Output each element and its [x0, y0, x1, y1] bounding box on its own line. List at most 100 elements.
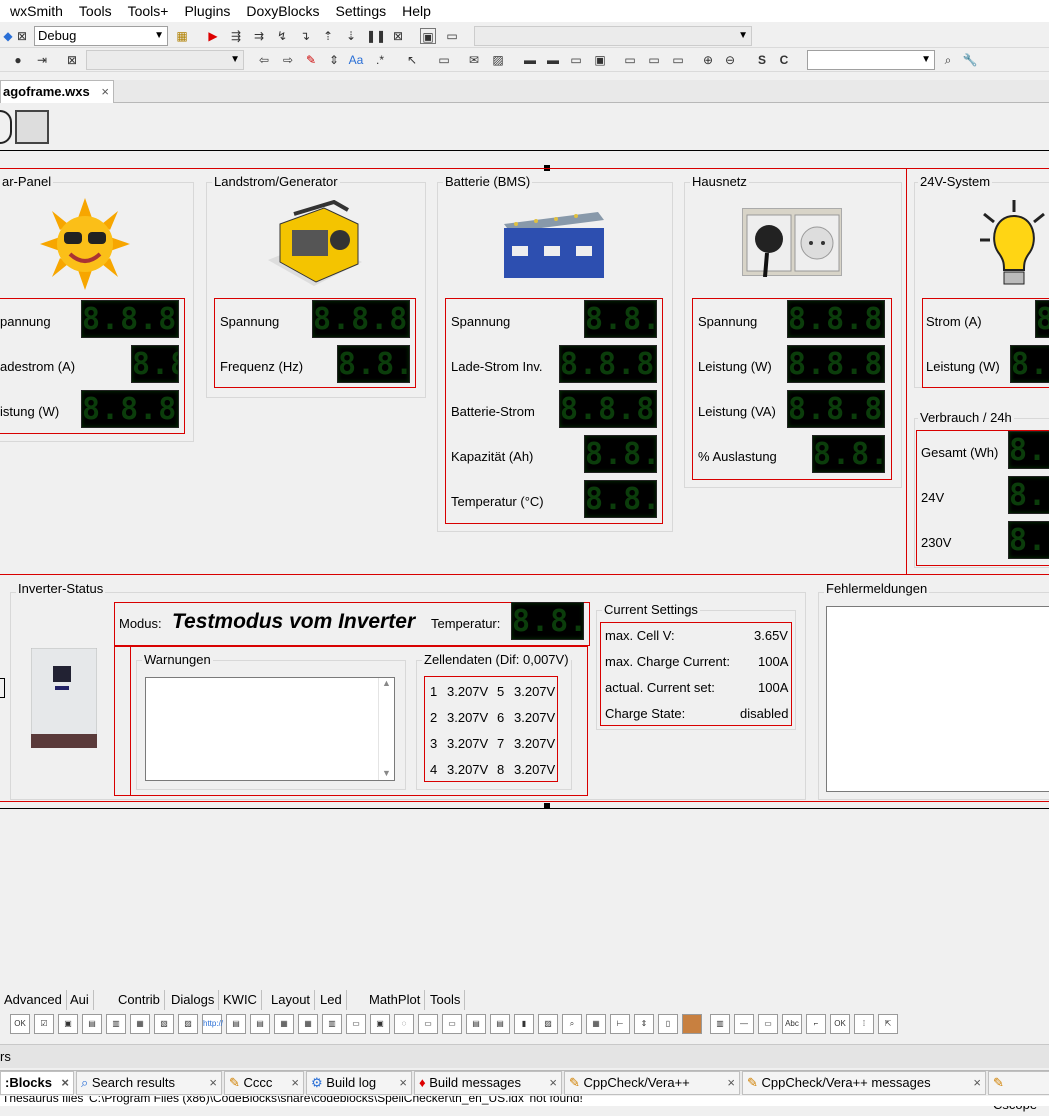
close-icon[interactable]: ×	[291, 1072, 299, 1094]
flex-icon[interactable]: ▣	[592, 52, 608, 68]
run-to-cursor-icon[interactable]: ⇉	[251, 28, 267, 44]
hyperlink-icon[interactable]: http://	[202, 1014, 223, 1034]
close-icon[interactable]: ×	[973, 1072, 981, 1094]
match-icon[interactable]: ⇕	[326, 52, 342, 68]
widget-icon[interactable]: ▣	[370, 1014, 390, 1034]
widget-icon[interactable]: ▭	[442, 1014, 462, 1034]
image-icon[interactable]	[682, 1014, 702, 1034]
menu-tools[interactable]: Tools	[69, 3, 118, 19]
log-tab-cppcheck-messages[interactable]: ✎ CppCheck/Vera++ messages ×	[742, 1071, 986, 1095]
widget-icon[interactable]: ⇕	[634, 1014, 654, 1034]
info-icon[interactable]: ▭	[444, 28, 460, 44]
wrench-icon[interactable]: 🔧	[962, 52, 978, 68]
fehler-textarea[interactable]	[826, 606, 1049, 792]
abort-icon[interactable]: ⊠	[14, 28, 30, 44]
widget-icon[interactable]: ⇱	[878, 1014, 898, 1034]
tab-agoframe[interactable]: agoframe.wxs ×	[0, 80, 114, 103]
widget-icon[interactable]: ▦	[274, 1014, 294, 1034]
static-text-icon[interactable]: Abc	[782, 1014, 802, 1034]
regex-icon[interactable]: .*	[372, 52, 388, 68]
menu-settings[interactable]: Settings	[326, 3, 393, 19]
widget-icon[interactable]: ▣	[58, 1014, 78, 1034]
widget-icon[interactable]: ▦	[298, 1014, 318, 1034]
image-icon[interactable]	[15, 110, 49, 144]
palette-tab-contrib[interactable]: Contrib	[114, 990, 165, 1010]
static-box-icon[interactable]: ▭	[622, 52, 638, 68]
close-icon[interactable]: ×	[399, 1072, 407, 1094]
palette-tab-aui[interactable]: Aui	[66, 990, 94, 1010]
log-tab-build-messages[interactable]: ♦ Build messages ×	[414, 1071, 562, 1095]
debug-windows-icon[interactable]: ▣	[420, 28, 436, 44]
log-tab-blocks[interactable]: :Blocks ×	[0, 1071, 74, 1095]
palette-tab-tools[interactable]: Tools	[426, 990, 466, 1010]
close-icon[interactable]: ×	[209, 1072, 217, 1094]
widget-icon[interactable]: ▭	[346, 1014, 366, 1034]
ok-button-icon[interactable]: OK	[830, 1014, 850, 1034]
resize-handle[interactable]	[0, 678, 5, 698]
pointer-icon[interactable]: ↖	[404, 52, 420, 68]
menu-wxsmith[interactable]: wxSmith	[0, 3, 69, 19]
widget-icon[interactable]: ▤	[250, 1014, 270, 1034]
dialog-icon[interactable]: ✉	[466, 52, 482, 68]
menu-tools-plus[interactable]: Tools+	[118, 3, 175, 19]
scrollbar[interactable]: ▲ ▼	[378, 678, 394, 780]
log-tab-cppcheck[interactable]: ✎ CppCheck/Vera++ ×	[564, 1071, 740, 1095]
highlight-icon[interactable]: ✎	[303, 52, 319, 68]
close-icon[interactable]: ×	[61, 1072, 69, 1094]
jump-icon[interactable]: ⇥	[34, 52, 50, 68]
box-v-icon[interactable]: ▬	[545, 52, 561, 68]
widget-icon[interactable]: ▯	[658, 1014, 678, 1034]
search-icon[interactable]: ⌕	[940, 52, 956, 68]
widget-icon[interactable]: ▤	[226, 1014, 246, 1034]
static-line-icon[interactable]: ▭	[646, 52, 662, 68]
widget-icon[interactable]: ▤	[490, 1014, 510, 1034]
zoom-in-icon[interactable]: ⊕	[700, 52, 716, 68]
widget-icon[interactable]: ▮	[514, 1014, 534, 1034]
font-icon[interactable]: Aa	[348, 52, 364, 68]
widget-icon[interactable]: ▦	[586, 1014, 606, 1034]
chevron-down-icon[interactable]: ▼	[379, 768, 394, 778]
debug-run-icon[interactable]: ⇶	[228, 28, 244, 44]
close-icon[interactable]: ×	[727, 1072, 735, 1094]
target-options-icon[interactable]: ▦	[174, 28, 190, 44]
palette-tab-mathplot[interactable]: MathPlot	[365, 990, 426, 1010]
widget-icon[interactable]: ⊢	[610, 1014, 630, 1034]
menu-help[interactable]: Help	[392, 3, 437, 19]
next-instruction-icon[interactable]: ⇣	[343, 28, 359, 44]
pause-icon[interactable]: ❚❚	[366, 28, 386, 44]
widget-icon[interactable]: ▨	[178, 1014, 198, 1034]
close-icon[interactable]: ×	[549, 1072, 557, 1094]
grid-icon[interactable]: ▭	[568, 52, 584, 68]
widget-icon[interactable]: ⌕	[562, 1014, 582, 1034]
widget-icon[interactable]: ▥	[322, 1014, 342, 1034]
log-tab-build-log[interactable]: ⚙ Build log ×	[306, 1071, 412, 1095]
breakpoint-icon[interactable]: ●	[10, 52, 26, 68]
widget-icon[interactable]: ◌	[394, 1014, 414, 1034]
widget-icon[interactable]: ▨	[538, 1014, 558, 1034]
warnungen-textarea[interactable]: ▲ ▼	[145, 677, 395, 781]
log-tab-cscope[interactable]: ✎ Cscope	[988, 1071, 1049, 1112]
step-out-icon[interactable]: ⇡	[320, 28, 336, 44]
spell-icon[interactable]: S	[754, 52, 770, 68]
widget-icon[interactable]: ▧	[154, 1014, 174, 1034]
chevron-up-icon[interactable]: ▲	[379, 678, 394, 688]
widget-icon[interactable]: ⁞	[854, 1014, 874, 1034]
widget-icon[interactable]: ▤	[82, 1014, 102, 1034]
panel-icon[interactable]: ▨	[490, 52, 506, 68]
search-combo[interactable]: ▼	[807, 50, 935, 70]
menu-doxyblocks[interactable]: DoxyBlocks	[236, 3, 325, 19]
palette-tab-dialogs[interactable]: Dialogs	[167, 990, 220, 1010]
code-completion-select[interactable]: ▼	[474, 26, 752, 46]
step-into-icon[interactable]: ↴	[297, 28, 313, 44]
box-h-icon[interactable]: ▬	[522, 52, 538, 68]
palette-tab-layout[interactable]: Layout	[267, 990, 316, 1010]
clear-icon[interactable]: ⊠	[64, 52, 80, 68]
palette-tab-kwic[interactable]: KWIC	[219, 990, 262, 1010]
widget-icon[interactable]: ▥	[106, 1014, 126, 1034]
widget-icon[interactable]: ▥	[710, 1014, 730, 1034]
menu-plugins[interactable]: Plugins	[174, 3, 236, 19]
run-icon[interactable]: ▶	[205, 28, 221, 44]
stop-debug-icon[interactable]: ⊠	[390, 28, 406, 44]
widget-icon[interactable]: ▤	[466, 1014, 486, 1034]
widget-icon[interactable]: ▭	[758, 1014, 778, 1034]
